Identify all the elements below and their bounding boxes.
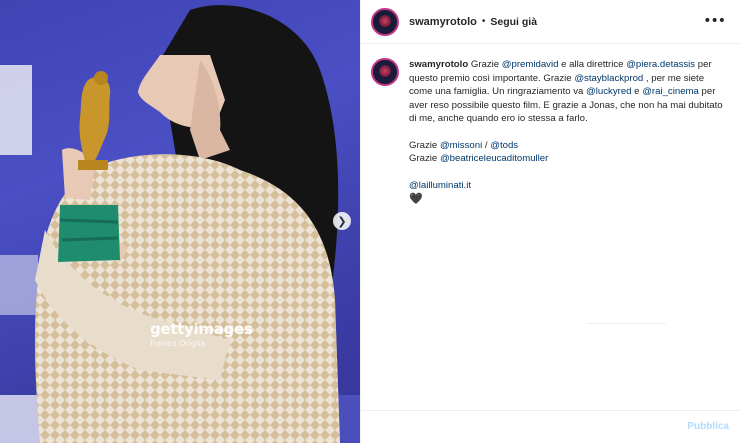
black-heart-icon: 🖤 [409,192,423,205]
caption-text: swamyrotolo Grazie @premidavid e alla di… [409,58,729,206]
mention-beatriceleucaditomuller[interactable]: @beatriceleucaditomuller [440,153,548,164]
caption-line-agency: @lailluminati.it [409,179,729,193]
post-username[interactable]: swamyrotolo [409,16,477,28]
mention-premidavid[interactable]: @premidavid [502,59,559,70]
publish-button[interactable]: Pubblica [687,421,729,432]
caption-text-part: Grazie [409,139,440,151]
caption-line-thanks-1: Grazie @missoni / @tods [409,139,729,153]
caption-text-part: e [631,86,643,97]
mention-missoni[interactable]: @missoni [440,140,482,151]
caption-username[interactable]: swamyrotolo [409,59,468,70]
getty-logo: gettyimages [150,320,253,338]
photo-illustration [0,5,360,443]
comment-bar: Pubblica [361,410,740,444]
post-header: swamyrotolo • Segui già ••• [361,0,740,44]
caption-text-part: Grazie [468,59,502,70]
mention-tods[interactable]: @tods [490,140,518,151]
post-sidebar: swamyrotolo • Segui già ••• swamyrotolo … [360,0,740,443]
chevron-right-icon: ❯ [337,214,347,228]
following-button[interactable]: Segui già [490,16,537,28]
caption-avatar[interactable] [371,58,399,86]
next-photo-button[interactable]: ❯ [333,212,351,230]
caption-text-part: e alla direttrice [558,59,627,70]
mention-stayblackprod[interactable]: @stayblackprod [574,73,643,84]
more-options-icon[interactable]: ••• [703,13,726,29]
separator-dot: • [481,16,486,27]
mention-luckyred[interactable]: @luckyred [586,86,631,97]
caption-line-thanks-2: Grazie @beatriceleucaditomuller [409,152,729,166]
mention-lailluminati[interactable]: @lailluminati.it [409,180,471,191]
avatar[interactable] [371,7,399,36]
photo-watermark: gettyimages Franco Origlia [150,320,253,348]
photo-credit: Franco Origlia [150,339,206,348]
divider [586,323,666,324]
post-caption: swamyrotolo Grazie @premidavid e alla di… [371,58,733,206]
mention-rai-cinema[interactable]: @rai_cinema [642,86,699,97]
caption-text-part: Grazie [409,153,440,164]
caption-text-part: / [482,139,491,151]
post-photo: ❯ gettyimages Franco Origlia [0,0,360,443]
mention-piera-detassis[interactable]: @piera.detassis [626,59,695,70]
